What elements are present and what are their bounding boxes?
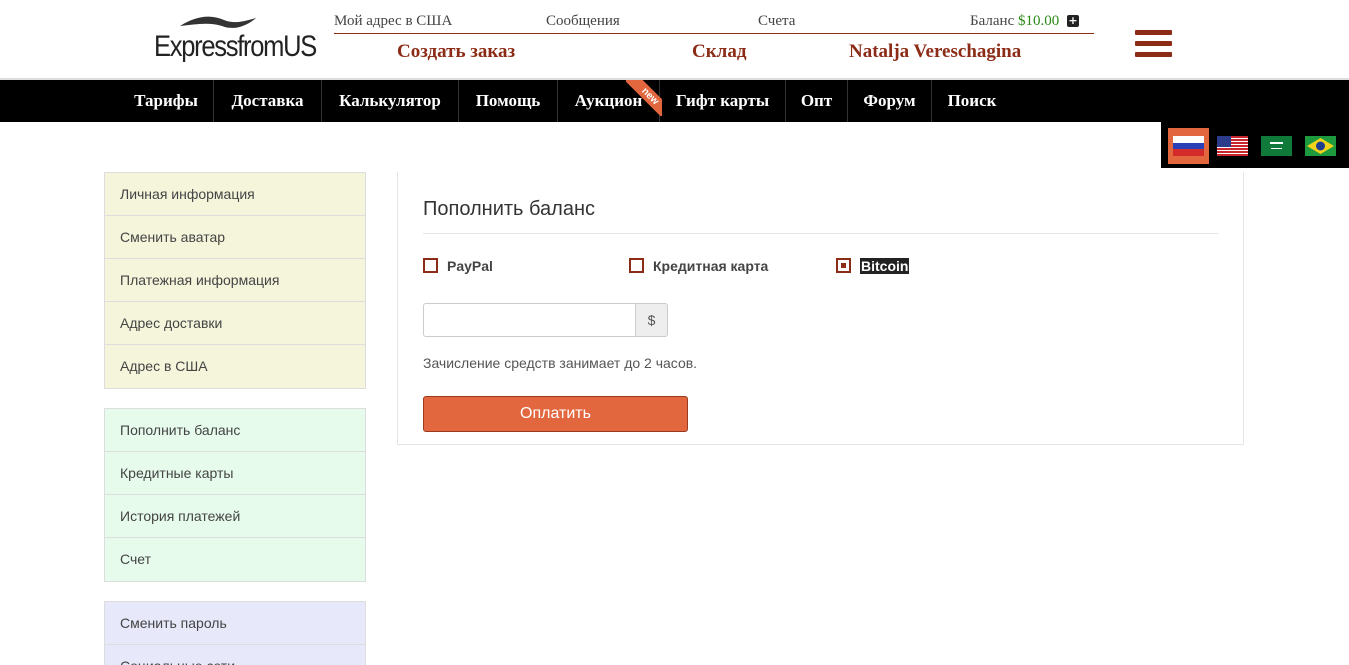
flag-ru-icon[interactable] xyxy=(1173,136,1204,156)
add-balance-icon[interactable]: + xyxy=(1066,15,1079,27)
main-nav: Тарифы Доставка Калькулятор Помощь Аукци… xyxy=(0,80,1349,122)
invoices-link[interactable]: Счета xyxy=(758,13,795,30)
logo[interactable]: ExpressfromUS xyxy=(154,12,317,72)
nav-item-forum[interactable]: Форум xyxy=(848,80,932,122)
radio-box-selected[interactable] xyxy=(836,258,851,273)
my-address-link[interactable]: Мой адрес в США xyxy=(334,13,452,30)
currency-addon: $ xyxy=(635,303,668,337)
sidebar-item-top-up-balance[interactable]: Пополнить баланс xyxy=(105,409,365,452)
menu-icon[interactable] xyxy=(1135,30,1172,58)
sidebar-item-personal-info[interactable]: Личная информация xyxy=(105,173,365,216)
sidebar-item-social-networks[interactable]: Социальные сети xyxy=(105,645,365,665)
sidebar-item-change-avatar[interactable]: Сменить аватар xyxy=(105,216,365,259)
payment-option-label: Кредитная карта xyxy=(653,258,769,274)
balance[interactable]: Баланс $10.00 + xyxy=(970,13,1079,30)
logo-text: ExpressfromUS xyxy=(154,30,317,63)
messages-link[interactable]: Сообщения xyxy=(546,13,620,30)
nav-item-calculator[interactable]: Калькулятор xyxy=(322,80,459,122)
nav-item-tariffs[interactable]: Тарифы xyxy=(119,80,214,122)
language-switcher xyxy=(1161,122,1349,168)
sidebar-item-us-address[interactable]: Адрес в США xyxy=(105,345,365,388)
sidebar-group-profile: Личная информация Сменить аватар Платежн… xyxy=(104,172,366,389)
balance-label: Баланс xyxy=(970,13,1015,29)
radio-box[interactable] xyxy=(423,258,438,273)
divider xyxy=(423,233,1218,234)
nav-item-help[interactable]: Помощь xyxy=(459,80,558,122)
balance-value: $10.00 xyxy=(1017,13,1060,29)
sidebar-item-delivery-address[interactable]: Адрес доставки xyxy=(105,302,365,345)
pay-button[interactable]: Оплатить xyxy=(423,396,688,432)
payment-option-label: Bitcoin xyxy=(860,258,910,274)
sidebar-item-change-password[interactable]: Сменить пароль xyxy=(105,602,365,645)
nav-item-delivery[interactable]: Доставка xyxy=(214,80,322,122)
nav-item-gift-cards[interactable]: Гифт карты xyxy=(660,80,786,122)
radio-box[interactable] xyxy=(629,258,644,273)
amount-input[interactable] xyxy=(423,303,636,337)
warehouse-link[interactable]: Склад xyxy=(692,41,746,63)
flag-sa-icon[interactable] xyxy=(1261,136,1292,156)
new-badge: new xyxy=(626,80,662,116)
nav-item-wholesale[interactable]: Опт xyxy=(786,80,848,122)
sidebar-item-payment-history[interactable]: История платежей xyxy=(105,495,365,538)
flag-us-icon[interactable] xyxy=(1217,136,1248,156)
nav-item-search[interactable]: Поиск xyxy=(932,80,1012,122)
payment-option-label: PayPal xyxy=(447,258,493,274)
top-links: Мой адрес в США Сообщения Счета Баланс $… xyxy=(334,12,1094,34)
page-title: Пополнить баланс xyxy=(423,198,595,220)
top-up-panel: Пополнить баланс PayPal Кредитная карта … xyxy=(397,172,1244,445)
processing-time-note: Зачисление средств занимает до 2 часов. xyxy=(423,355,698,371)
flag-br-icon[interactable] xyxy=(1305,136,1336,156)
create-order-link[interactable]: Создать заказ xyxy=(397,41,515,63)
site-header: ExpressfromUS Мой адрес в США Сообщения … xyxy=(0,0,1349,80)
sidebar-item-credit-cards[interactable]: Кредитные карты xyxy=(105,452,365,495)
sidebar-group-finance: Пополнить баланс Кредитные карты История… xyxy=(104,408,366,582)
sidebar-item-payment-info[interactable]: Платежная информация xyxy=(105,259,365,302)
sidebar-group-account: Сменить пароль Социальные сети xyxy=(104,601,366,665)
user-name-link[interactable]: Natalja Vereschagina xyxy=(849,41,1021,63)
sidebar-item-invoice[interactable]: Счет xyxy=(105,538,365,581)
